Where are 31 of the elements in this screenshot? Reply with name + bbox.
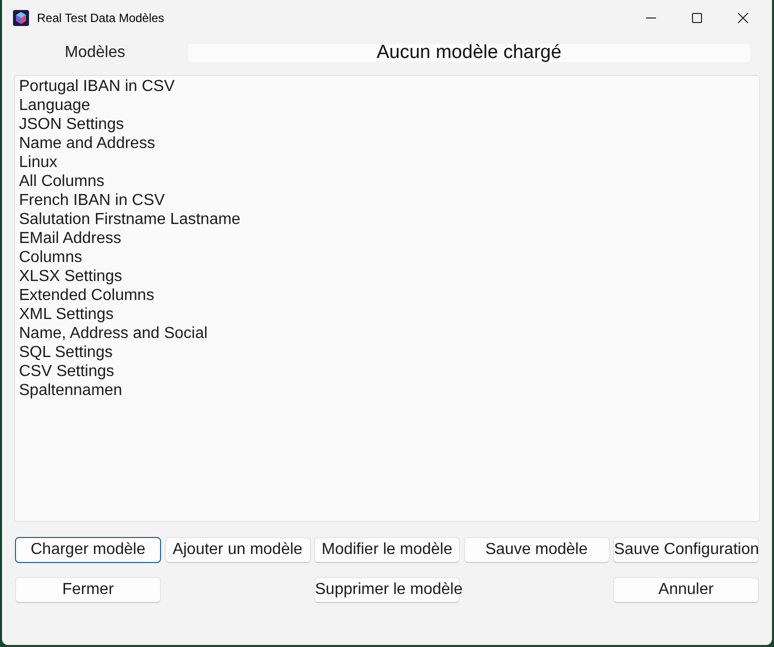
models-label: Modèles xyxy=(64,43,126,63)
dialog-button[interactable]: Supprimer le modèle xyxy=(314,577,460,603)
list-item[interactable]: Columns xyxy=(19,248,755,267)
list-item[interactable]: EMail Address xyxy=(19,229,755,248)
app-icon xyxy=(13,10,29,26)
list-item[interactable]: Salutation Firstname Lastname xyxy=(19,210,755,229)
dialog-button[interactable]: Ajouter un modèle xyxy=(164,537,310,563)
list-item[interactable]: Spaltennamen xyxy=(19,381,755,400)
list-item[interactable]: Name, Address and Social xyxy=(19,324,755,343)
dialog-button[interactable]: Sauve Configuration xyxy=(613,537,759,563)
list-item[interactable]: Name and Address xyxy=(19,134,755,153)
dialog-button[interactable]: Charger modèle xyxy=(15,537,161,563)
list-item[interactable]: XML Settings xyxy=(19,305,755,324)
list-item[interactable]: All Columns xyxy=(19,172,755,191)
dialog-button[interactable]: Modifier le modèle xyxy=(314,537,460,563)
close-icon xyxy=(737,12,749,22)
maximize-icon xyxy=(691,12,703,22)
list-item[interactable]: Portugal IBAN in CSV xyxy=(19,77,755,96)
list-item[interactable]: Linux xyxy=(19,153,755,172)
list-item[interactable]: XLSX Settings xyxy=(19,267,755,286)
list-item[interactable]: JSON Settings xyxy=(19,115,755,134)
list-item[interactable]: Language xyxy=(19,96,755,115)
list-item[interactable]: CSV Settings xyxy=(19,362,755,381)
list-item[interactable]: SQL Settings xyxy=(19,343,755,362)
status-field: Aucun modèle chargé xyxy=(188,44,750,62)
list-item[interactable]: French IBAN in CSV xyxy=(19,191,755,210)
dialog-button[interactable]: Fermer xyxy=(15,577,161,603)
list-item[interactable]: Extended Columns xyxy=(19,286,755,305)
window-title: Real Test Data Modèles xyxy=(37,10,166,26)
dialog-button[interactable]: Sauve modèle xyxy=(464,537,610,563)
dialog-button[interactable]: Annuler xyxy=(613,577,759,603)
